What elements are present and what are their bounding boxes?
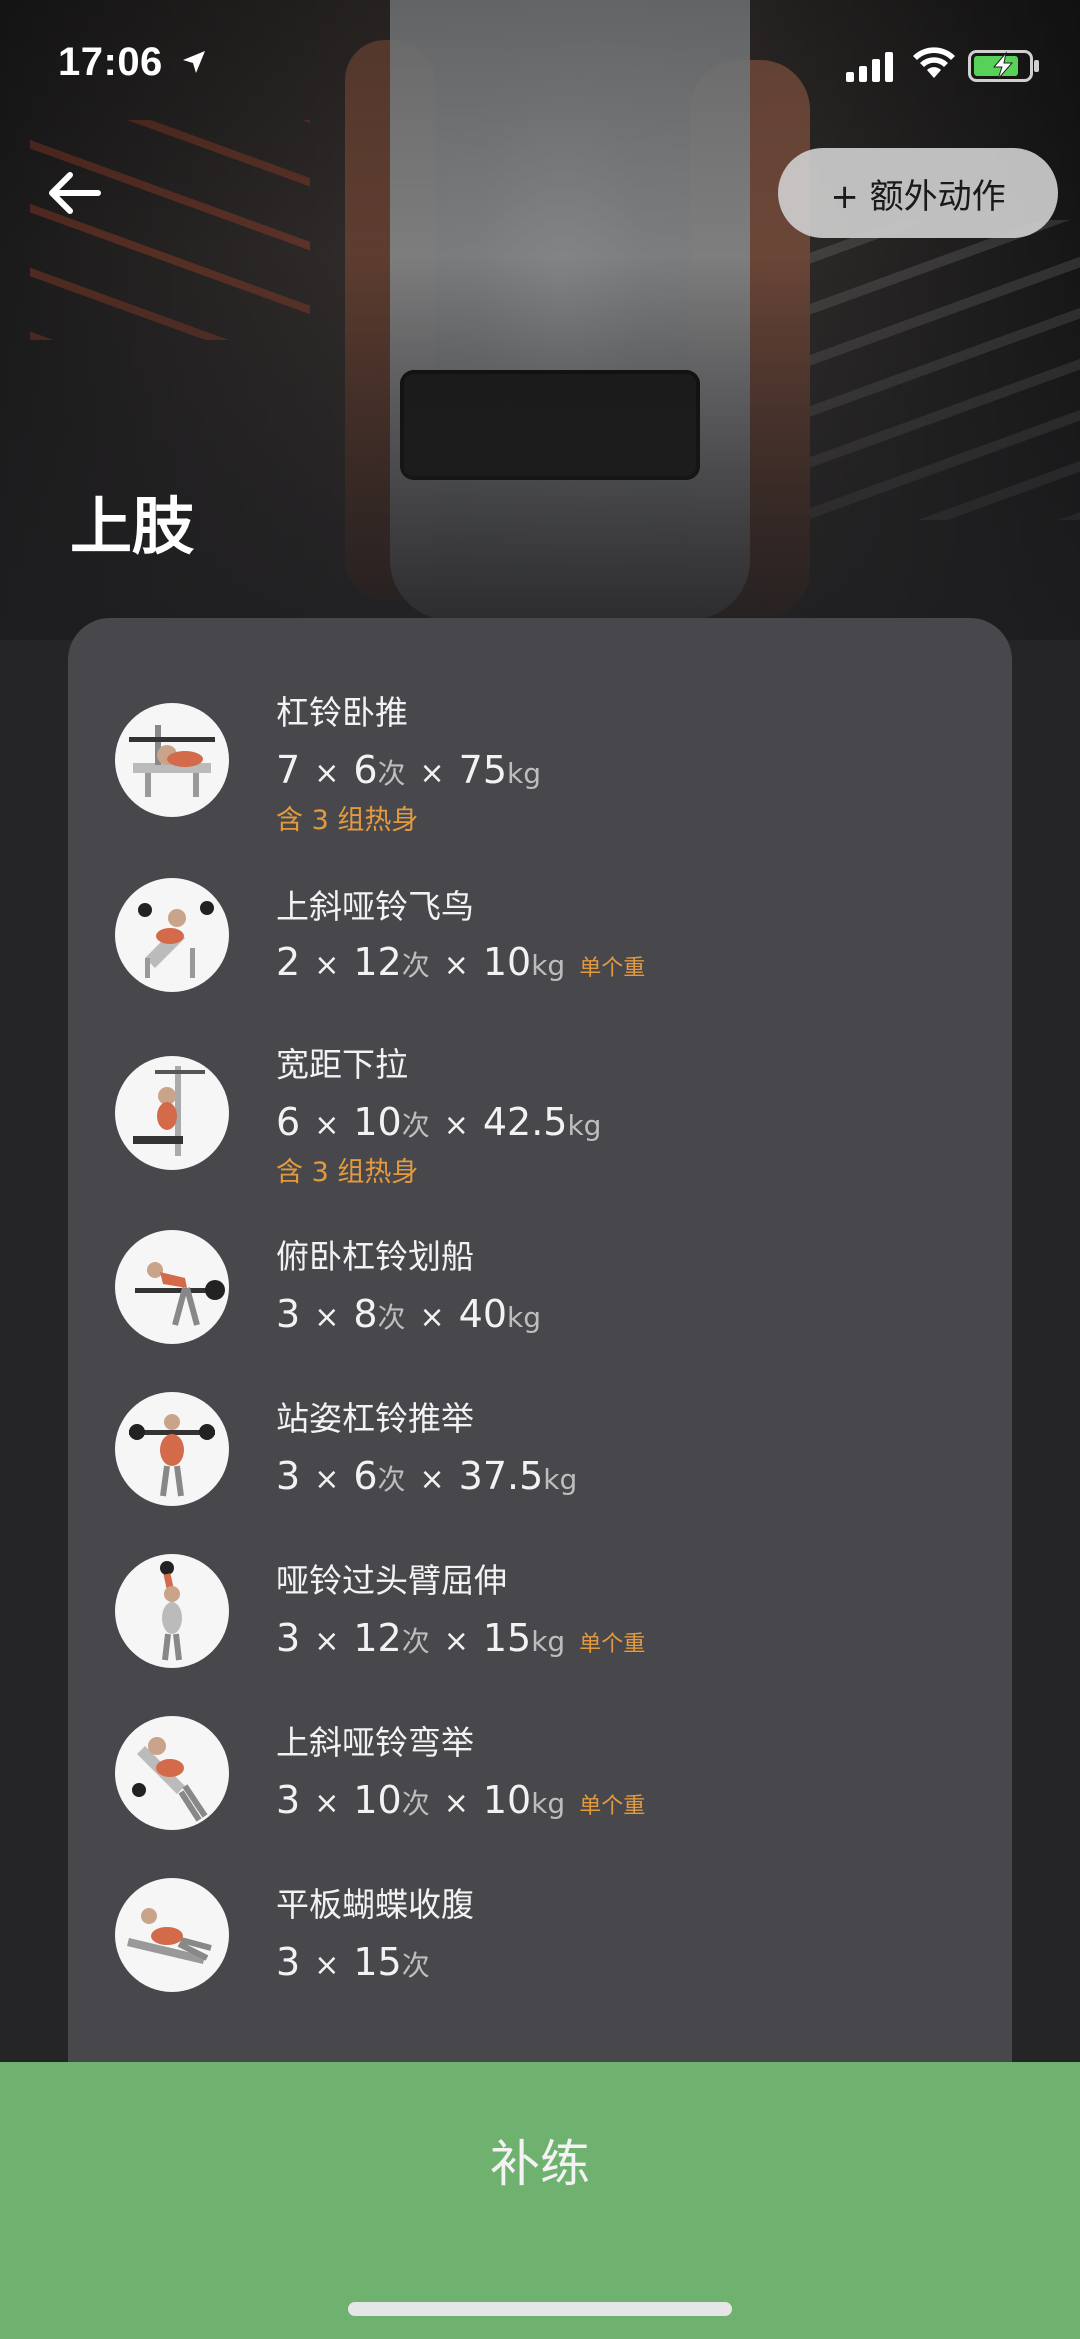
exercise-sets-line: 2 × 12次 × 10kg 单个重 [276, 940, 646, 984]
triceps-extension-illustration-icon [115, 1554, 229, 1668]
exercise-sets-line: 3 × 12次 × 15kg 单个重 [276, 1616, 646, 1660]
location-arrow-icon [183, 51, 205, 73]
back-arrow-icon[interactable] [40, 158, 110, 228]
home-indicator[interactable] [348, 2302, 732, 2316]
make-up-workout-label: 补练 [490, 2135, 590, 2193]
exercise-name: 站姿杠铃推举 [276, 1399, 474, 1438]
overhead-press-illustration-icon [115, 1392, 229, 1506]
exercise-name: 哑铃过头臂屈伸 [276, 1561, 507, 1600]
cellular-signal-icon [846, 52, 893, 82]
make-up-workout-button[interactable]: 补练 [0, 2062, 1080, 2339]
warmup-note: 含 3 组热身 [276, 805, 419, 836]
exercise-name: 俯卧杠铃划船 [276, 1237, 474, 1276]
exercise-name: 杠铃卧推 [276, 693, 408, 732]
exercise-sets-line: 3 × 10次 × 10kg 单个重 [276, 1778, 646, 1822]
warmup-note: 含 3 组热身 [276, 1157, 419, 1188]
status-time: 17:06 [58, 40, 163, 84]
exercise-name: 上斜哑铃弯举 [276, 1723, 474, 1762]
exercise-name: 上斜哑铃飞鸟 [276, 887, 474, 926]
lat-pulldown-illustration-icon [115, 1056, 229, 1170]
extra-exercise-button[interactable]: + 额外动作 [778, 148, 1058, 238]
exercise-name: 平板蝴蝶收腹 [276, 1885, 474, 1924]
exercise-sets-line: 3 × 15次 [276, 1940, 430, 1984]
exercise-sets-line: 3 × 8次 × 40kg [276, 1292, 542, 1336]
page-title: 上肢 [70, 490, 195, 563]
exercise-sets-line: 3 × 6次 × 37.5kg [276, 1454, 578, 1498]
incline-curl-illustration-icon [115, 1716, 229, 1830]
butterfly-crunch-illustration-icon [115, 1878, 229, 1992]
bench-press-illustration-icon [115, 703, 229, 817]
workout-screen: 17:06 + 额外动作 上肢 杠铃卧推 7 × 6次 × 75kg 含 3 组… [0, 0, 1080, 2339]
status-bar: 17:06 [0, 0, 1080, 130]
exercise-name: 宽距下拉 [276, 1045, 408, 1084]
wifi-icon [913, 47, 955, 78]
battery-charging-icon [968, 50, 1039, 82]
exercise-sets-line: 7 × 6次 × 75kg [276, 748, 542, 792]
exercise-sets-line: 6 × 10次 × 42.5kg [276, 1100, 602, 1144]
bent-over-row-illustration-icon [115, 1230, 229, 1344]
incline-fly-illustration-icon [115, 878, 229, 992]
